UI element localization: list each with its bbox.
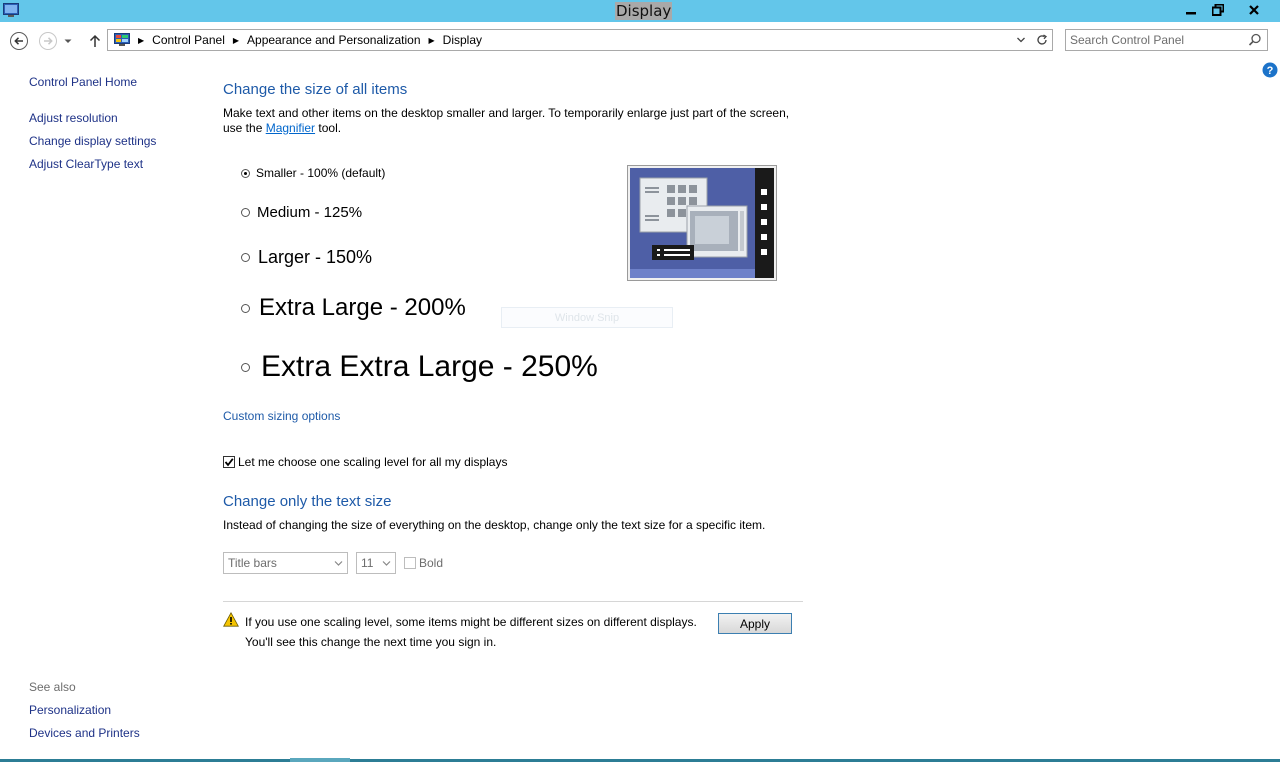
font-size-select[interactable]: 11 <box>356 552 396 574</box>
magnifier-link[interactable]: Magnifier <box>266 121 315 135</box>
radio-option-extra-large[interactable]: Extra Large - 200% <box>241 294 466 322</box>
one-scaling-level-option[interactable]: Let me choose one scaling level for all … <box>223 455 507 469</box>
up-button[interactable] <box>85 31 105 51</box>
search-icon[interactable] <box>1248 33 1262 47</box>
bold-option[interactable]: Bold <box>404 556 443 570</box>
restore-icon <box>1212 4 1224 16</box>
search-input[interactable] <box>1070 31 1240 49</box>
taskbar-button[interactable] <box>290 758 350 762</box>
radio-option-medium[interactable]: Medium - 125% <box>241 204 362 221</box>
search-box[interactable] <box>1065 29 1268 51</box>
address-bar[interactable]: ▶ Control Panel ▶ Appearance and Persona… <box>107 29 1053 51</box>
up-arrow-icon <box>89 34 101 47</box>
radio-label: Larger - 150% <box>258 247 373 267</box>
radio-button[interactable] <box>241 362 250 372</box>
change-display-settings-link[interactable]: Change display settings <box>29 134 156 148</box>
size-section-heading: Change the size of all items <box>223 81 408 98</box>
back-button[interactable] <box>9 31 29 51</box>
divider <box>223 601 803 602</box>
radio-button[interactable] <box>241 168 250 178</box>
devices-printers-link[interactable]: Devices and Printers <box>29 726 140 740</box>
refresh-icon[interactable] <box>1036 34 1048 46</box>
radio-option-smaller[interactable]: Smaller - 100% (default) <box>241 166 385 180</box>
radio-label: Smaller - 100% (default) <box>256 166 386 180</box>
one-scaling-level-label: Let me choose one scaling level for all … <box>238 455 508 469</box>
title-bar: Display <box>0 0 1280 22</box>
apply-button[interactable]: Apply <box>718 613 792 634</box>
window-snip-overlay: Window Snip <box>501 307 673 328</box>
address-dropdown-icon[interactable] <box>1016 35 1026 45</box>
size-desc-tail: tool. <box>315 121 342 135</box>
size-section-description: Make text and other items on the desktop… <box>223 106 803 136</box>
display-app-icon[interactable] <box>3 3 19 18</box>
control-panel-home-link[interactable]: Control Panel Home <box>29 75 137 89</box>
recent-locations-button[interactable] <box>62 31 74 51</box>
help-icon[interactable]: ? <box>1262 62 1278 78</box>
font-size-select-value: 11 <box>361 556 374 570</box>
close-button[interactable] <box>1230 0 1278 20</box>
minimize-button[interactable] <box>1177 0 1205 20</box>
control-panel-icon <box>114 33 130 46</box>
forward-button[interactable] <box>38 31 58 51</box>
breadcrumb-separator-icon[interactable]: ▶ <box>138 36 144 45</box>
radio-label: Extra Extra Large - 250% <box>261 350 598 383</box>
breadcrumb-separator-icon[interactable]: ▶ <box>233 36 239 45</box>
bold-label: Bold <box>419 556 444 570</box>
radio-button[interactable] <box>241 303 250 313</box>
minimize-icon <box>1186 12 1196 15</box>
warning-line-1: If you use one scaling level, some items… <box>245 615 697 629</box>
radio-label: Extra Large - 200% <box>259 294 466 321</box>
text-size-description: Instead of changing the size of everythi… <box>223 518 766 532</box>
adjust-cleartype-link[interactable]: Adjust ClearType text <box>29 157 143 171</box>
breadcrumb-display[interactable]: Display <box>443 33 482 47</box>
window-title: Display <box>615 2 673 20</box>
radio-label: Medium - 125% <box>257 204 363 221</box>
breadcrumb-separator-icon[interactable]: ▶ <box>429 36 435 45</box>
one-scaling-level-checkbox[interactable] <box>223 456 235 468</box>
warning-icon <box>223 612 239 627</box>
radio-option-larger[interactable]: Larger - 150% <box>241 247 372 268</box>
back-arrow-icon <box>10 32 28 50</box>
custom-sizing-options-link[interactable]: Custom sizing options <box>223 409 340 423</box>
svg-text:?: ? <box>1267 65 1274 77</box>
breadcrumb-appearance[interactable]: Appearance and Personalization <box>247 33 420 47</box>
radio-button[interactable] <box>241 208 250 217</box>
item-select-value: Title bars <box>228 556 277 570</box>
radio-button[interactable] <box>241 253 250 262</box>
warning-message: If you use one scaling level, some items… <box>245 612 697 652</box>
close-icon <box>1249 5 1259 15</box>
breadcrumb: ▶ Control Panel ▶ Appearance and Persona… <box>114 30 482 50</box>
forward-arrow-icon <box>39 32 57 50</box>
restore-button[interactable] <box>1204 0 1232 20</box>
chevron-down-icon <box>382 561 391 566</box>
chevron-down-icon <box>334 561 343 566</box>
radio-option-extra-extra-large[interactable]: Extra Extra Large - 250% <box>241 350 598 384</box>
chevron-down-icon <box>64 39 72 43</box>
checkmark-icon <box>224 458 234 467</box>
personalization-link[interactable]: Personalization <box>29 703 111 717</box>
adjust-resolution-link[interactable]: Adjust resolution <box>29 111 118 125</box>
breadcrumb-control-panel[interactable]: Control Panel <box>152 33 225 47</box>
scaling-preview-image <box>627 165 777 281</box>
see-also-label: See also <box>29 680 76 694</box>
bold-checkbox[interactable] <box>404 557 416 569</box>
warning-line-2: You'll see this change the next time you… <box>245 635 497 649</box>
text-size-heading: Change only the text size <box>223 493 392 510</box>
item-select[interactable]: Title bars <box>223 552 348 574</box>
